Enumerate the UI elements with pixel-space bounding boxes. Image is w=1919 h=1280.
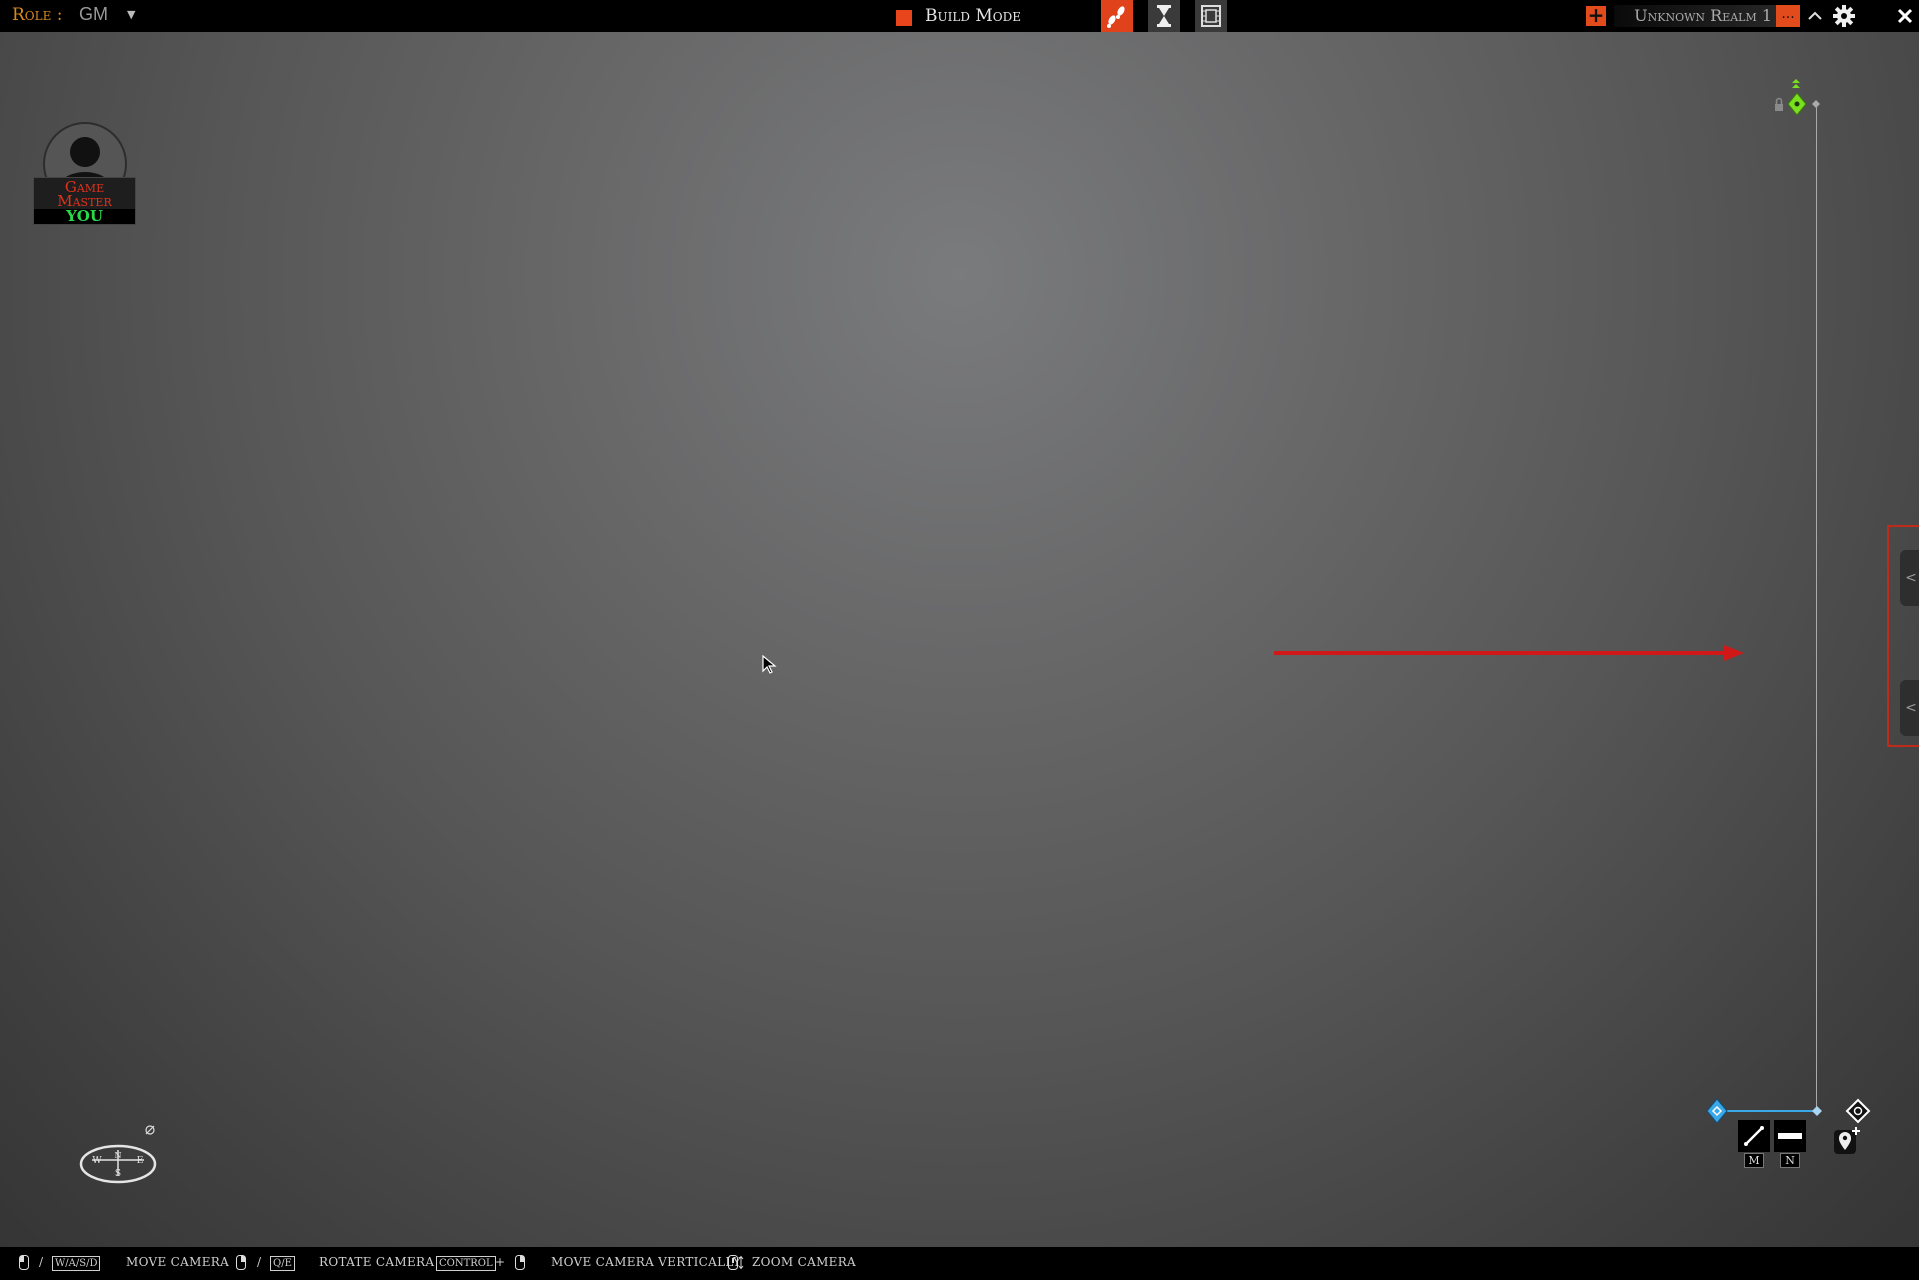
compass-letter-w: W: [92, 1156, 102, 1166]
path-guide-vertical: [1816, 103, 1817, 1111]
player-card[interactable]: Game Master YOU: [33, 122, 136, 225]
settings-button[interactable]: [1832, 4, 1856, 28]
horizontal-bar-icon: [1778, 1133, 1802, 1139]
scroll-wheel-icon: [728, 1255, 744, 1270]
add-realm-button[interactable]: +: [1586, 3, 1606, 27]
realm-options-button[interactable]: ...: [1776, 5, 1800, 27]
map-pin-plus-icon: [1834, 1127, 1860, 1154]
top-bar: Role : GM ▼ Build Mode + Unknown Realm 1…: [0, 0, 1919, 32]
realm-selector[interactable]: Unknown Realm 1 ...: [1614, 5, 1800, 27]
game-viewport[interactable]: [0, 32, 1919, 1247]
lock-icon: [1775, 97, 1783, 111]
hint-separator: /: [257, 1255, 262, 1269]
walk-mode-button[interactable]: [1101, 0, 1133, 32]
white-diamond-icon: [1845, 1098, 1871, 1124]
compass-letter-n: N: [115, 1151, 122, 1160]
collapse-button[interactable]: [1803, 4, 1827, 28]
rotate-keys: Q/E: [270, 1256, 295, 1271]
control-key: CONTROL: [436, 1256, 496, 1271]
move-camera-hint: MOVE CAMERA: [126, 1255, 230, 1269]
mouse-right-icon: [236, 1255, 246, 1270]
player-name: YOU: [34, 209, 135, 224]
zoom-camera-hint: ZOOM CAMERA: [752, 1255, 857, 1269]
build-mode-indicator: [896, 10, 912, 26]
realm-name-label: Unknown Realm 1: [1634, 6, 1772, 25]
flat-tool-hotkey: N: [1780, 1153, 1800, 1168]
rotate-camera-hint: ROTATE CAMERA: [319, 1255, 435, 1269]
side-panel: < <: [1887, 525, 1919, 747]
path-guide-horizontal: [1716, 1110, 1817, 1112]
move-keys: W/A/S/D: [52, 1256, 101, 1271]
flat-tool-button[interactable]: [1774, 1120, 1806, 1152]
expand-panel-tab-upper[interactable]: <: [1900, 550, 1919, 606]
role-label: Role :: [12, 5, 63, 25]
target-point[interactable]: [1845, 1098, 1871, 1124]
mouse-left-icon: [19, 1255, 29, 1270]
hourglass-icon: [1157, 5, 1171, 27]
diagonal-line-icon: [1744, 1126, 1764, 1146]
compass-icon[interactable]: N E S W: [78, 1122, 162, 1184]
line-tool-hotkey: M: [1744, 1153, 1764, 1168]
anchor-gizmo[interactable]: [1772, 78, 1824, 118]
chevron-up-icon: [1808, 11, 1822, 20]
cinematic-mode-button[interactable]: [1195, 0, 1227, 32]
camera-reset-icon: [145, 1125, 155, 1135]
film-icon: [1201, 5, 1221, 27]
caret-down-icon[interactable]: ▼: [127, 8, 135, 21]
player-role-line2: Master: [57, 192, 112, 210]
mouse-right-icon: [515, 1255, 525, 1270]
compass-letter-e: E: [137, 1156, 144, 1166]
blue-diamond-icon: [1706, 1098, 1728, 1124]
hint-separator: /: [39, 1255, 44, 1269]
compass-letter-s: S: [115, 1169, 121, 1179]
close-button[interactable]: [1893, 4, 1917, 28]
footsteps-icon: [1107, 6, 1125, 28]
add-marker-button[interactable]: [1832, 1126, 1862, 1156]
hint-plus: +: [495, 1255, 506, 1269]
expand-panel-tab-lower[interactable]: <: [1900, 680, 1919, 736]
controls-hint-bar: / W/A/S/D MOVE CAMERA / Q/E ROTATE CAMER…: [0, 1247, 1919, 1280]
direction-arrow: [1274, 645, 1744, 661]
path-joint[interactable]: [1811, 1105, 1823, 1117]
role-dropdown[interactable]: GM: [79, 4, 108, 25]
line-tool-button[interactable]: [1738, 1120, 1770, 1152]
close-icon: [1897, 8, 1913, 24]
origin-point[interactable]: [1705, 1097, 1729, 1125]
plus-icon: +: [1587, 3, 1605, 27]
build-mode-label: Build Mode: [925, 6, 1021, 26]
time-mode-button[interactable]: [1148, 0, 1180, 32]
gear-icon: [1833, 5, 1855, 27]
player-role-plate: Game Master YOU: [33, 177, 136, 225]
mouse-cursor-icon: [762, 655, 777, 674]
move-vertical-hint: MOVE CAMERA VERTICALLY: [551, 1255, 742, 1269]
